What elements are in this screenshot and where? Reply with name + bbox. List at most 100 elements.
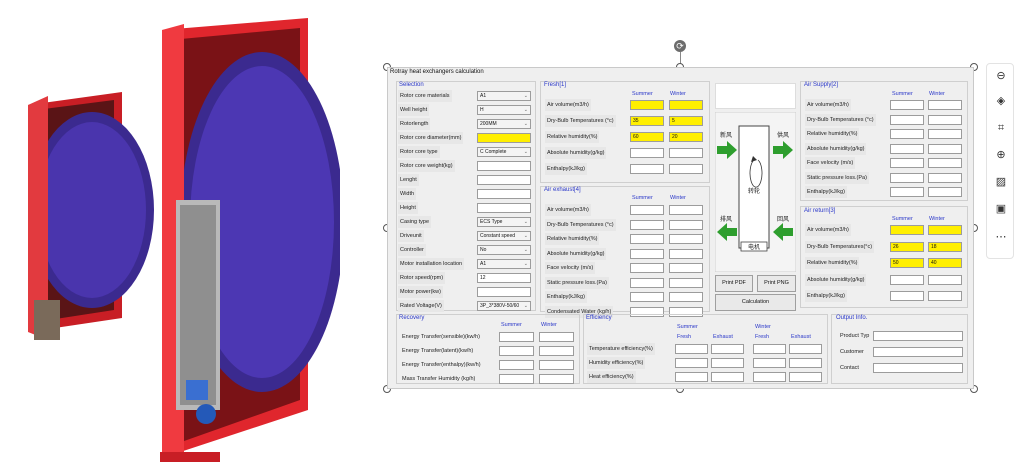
fresh-winter-field[interactable]	[669, 100, 703, 110]
supply-winter-field[interactable]	[928, 143, 962, 154]
selection-field[interactable]	[477, 203, 531, 213]
supply-winter-field[interactable]	[928, 114, 962, 125]
selection-dropdown[interactable]: A1 ⌄	[477, 91, 531, 101]
return-summer-field[interactable]	[890, 225, 924, 235]
supply-summer-field[interactable]	[890, 143, 924, 154]
output-field[interactable]	[873, 331, 963, 341]
efficiency-field[interactable]	[711, 344, 744, 354]
more-icon[interactable]: ⋯	[991, 227, 1011, 247]
return-summer-field[interactable]	[890, 291, 924, 301]
recovery-winter-field[interactable]	[539, 346, 574, 356]
exhaust-winter-field[interactable]	[669, 205, 703, 215]
exhaust-winter-field[interactable]	[669, 263, 703, 273]
return-summer-field[interactable]: 50	[890, 258, 924, 268]
return-winter-field[interactable]: 40	[928, 258, 962, 268]
exhaust-winter-field[interactable]	[669, 234, 703, 244]
selection-field[interactable]	[477, 287, 531, 297]
supply-summer-field[interactable]	[890, 187, 924, 197]
supply-summer-field[interactable]	[890, 158, 924, 168]
fresh-winter-field[interactable]	[669, 148, 703, 158]
layers-icon[interactable]: ◈	[991, 91, 1011, 111]
selection-field[interactable]	[477, 133, 531, 143]
exhaust-summer-field[interactable]	[630, 292, 664, 302]
output-field[interactable]	[873, 363, 963, 373]
supply-winter-field[interactable]	[928, 100, 962, 110]
return-winter-field[interactable]	[928, 225, 962, 235]
crop-icon[interactable]: ⌗	[991, 118, 1011, 138]
supply-summer-field[interactable]	[890, 114, 924, 125]
exhaust-summer-field[interactable]	[630, 248, 664, 259]
efficiency-field[interactable]	[675, 358, 708, 368]
selection-dropdown[interactable]: H ⌄	[477, 105, 531, 115]
recovery-summer-field[interactable]	[499, 332, 534, 342]
supply-winter-field[interactable]	[928, 158, 962, 168]
supply-summer-field[interactable]	[890, 172, 924, 183]
selection-field[interactable]: 12	[477, 273, 531, 283]
selection-dropdown[interactable]: A1 ⌄	[477, 259, 531, 269]
efficiency-field[interactable]	[675, 372, 708, 382]
recovery-winter-field[interactable]	[539, 332, 574, 342]
calculation-button[interactable]: Calculation	[715, 294, 796, 311]
pattern-icon[interactable]: ▨	[991, 172, 1011, 192]
selection-field[interactable]	[477, 175, 531, 185]
selection-field[interactable]	[477, 189, 531, 199]
selection-dropdown[interactable]: 200MM ⌄	[477, 119, 531, 129]
print-pdf-button[interactable]: Print PDF	[715, 275, 753, 292]
recovery-summer-field[interactable]	[499, 374, 534, 384]
output-field[interactable]	[873, 347, 963, 357]
return-winter-field[interactable]	[928, 291, 962, 301]
supply-winter-field[interactable]	[928, 172, 962, 183]
fresh-summer-field[interactable]: 35	[630, 116, 664, 126]
return-summer-field[interactable]	[890, 274, 924, 285]
exhaust-summer-field[interactable]	[630, 277, 664, 288]
efficiency-field[interactable]	[789, 372, 822, 382]
efficiency-field[interactable]	[753, 358, 786, 368]
exhaust-winter-field[interactable]	[669, 248, 703, 259]
efficiency-field[interactable]	[789, 358, 822, 368]
fresh-summer-field[interactable]: 60	[630, 132, 664, 142]
exhaust-summer-field[interactable]	[630, 219, 664, 230]
efficiency-field[interactable]	[789, 344, 822, 354]
minus-icon[interactable]: ⊖	[991, 66, 1011, 86]
return-winter-field[interactable]: 18	[928, 241, 962, 252]
return-summer-field[interactable]: 26	[890, 241, 924, 252]
fresh-winter-field[interactable]: 5	[669, 116, 703, 126]
print-png-button[interactable]: Print PNG	[757, 275, 796, 292]
efficiency-field[interactable]	[675, 344, 708, 354]
selection-dropdown[interactable]: No ⌄	[477, 245, 531, 255]
text-recognition-icon[interactable]: ▣	[991, 199, 1011, 219]
recovery-winter-field[interactable]	[539, 360, 574, 370]
efficiency-field[interactable]	[753, 372, 786, 382]
exhaust-summer-field[interactable]	[630, 263, 664, 273]
efficiency-field[interactable]	[711, 372, 744, 382]
exhaust-summer-field[interactable]	[630, 205, 664, 215]
recovery-winter-field[interactable]	[539, 374, 574, 384]
recovery-summer-field[interactable]	[499, 346, 534, 356]
efficiency-row-label: Temperature efficiency(%)	[587, 343, 655, 355]
recovery-summer-field[interactable]	[499, 360, 534, 370]
fresh-summer-field[interactable]	[630, 148, 664, 158]
supply-summer-field[interactable]	[890, 129, 924, 139]
selection-dropdown[interactable]: Constant speed ⌄	[477, 231, 531, 241]
rotate-icon[interactable]: ⟳	[674, 40, 686, 52]
supply-summer-field[interactable]	[890, 100, 924, 110]
selection-dropdown[interactable]: 3P_3*380V-50/60 ⌄	[477, 301, 531, 311]
selection-field[interactable]	[477, 161, 531, 171]
supply-winter-field[interactable]	[928, 129, 962, 139]
exhaust-winter-field[interactable]	[669, 277, 703, 288]
exhaust-winter-field[interactable]	[669, 219, 703, 230]
fresh-summer-field[interactable]	[630, 164, 664, 174]
efficiency-field[interactable]	[753, 344, 786, 354]
fresh-winter-field[interactable]: 20	[669, 132, 703, 142]
exhaust-winter-field[interactable]	[669, 292, 703, 302]
exhaust-summer-field[interactable]	[630, 234, 664, 244]
efficiency-field[interactable]	[711, 358, 744, 368]
selection-dropdown[interactable]: ECS Type ⌄	[477, 217, 531, 227]
fresh-winter-field[interactable]	[669, 164, 703, 174]
selection-dropdown[interactable]: C Complete ⌄	[477, 147, 531, 157]
supply-winter-field[interactable]	[928, 187, 962, 197]
zoom-in-icon[interactable]: ⊕	[991, 145, 1011, 165]
field-value: ECS Type	[480, 219, 503, 225]
return-winter-field[interactable]	[928, 274, 962, 285]
fresh-summer-field[interactable]	[630, 100, 664, 110]
